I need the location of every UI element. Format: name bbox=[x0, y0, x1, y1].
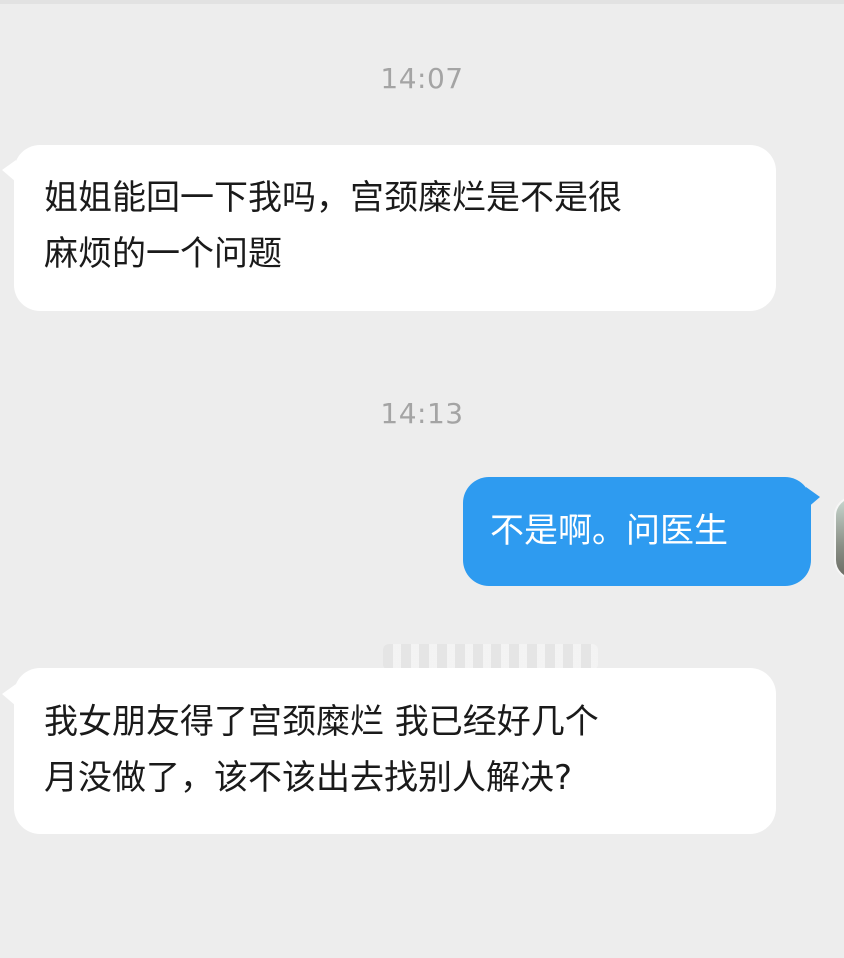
avatar[interactable] bbox=[834, 496, 844, 580]
timestamp-2: 14:13 bbox=[380, 397, 464, 430]
timestamp-1: 14:07 bbox=[380, 62, 464, 95]
watermark-icon bbox=[383, 644, 598, 670]
bubble-tail-outgoing bbox=[806, 487, 820, 509]
message-text-line: 月没做了，该不该出去找别人解决? bbox=[44, 758, 573, 798]
incoming-message-1[interactable]: 姐姐能回一下我吗，宫颈糜烂是不是很 麻烦的一个问题 bbox=[14, 145, 776, 311]
message-text-line: 麻烦的一个问题 bbox=[44, 234, 282, 274]
message-text-line: 我女朋友得了宫颈糜烂 我已经好几个 bbox=[44, 702, 599, 742]
incoming-message-2[interactable]: 我女朋友得了宫颈糜烂 我已经好几个 月没做了，该不该出去找别人解决? bbox=[14, 668, 776, 834]
message-text-line: 姐姐能回一下我吗，宫颈糜烂是不是很 bbox=[44, 178, 622, 218]
top-divider bbox=[0, 0, 844, 4]
outgoing-message-1[interactable]: 不是啊。问医生 bbox=[463, 477, 811, 586]
message-text: 不是啊。问医生 bbox=[490, 511, 728, 551]
